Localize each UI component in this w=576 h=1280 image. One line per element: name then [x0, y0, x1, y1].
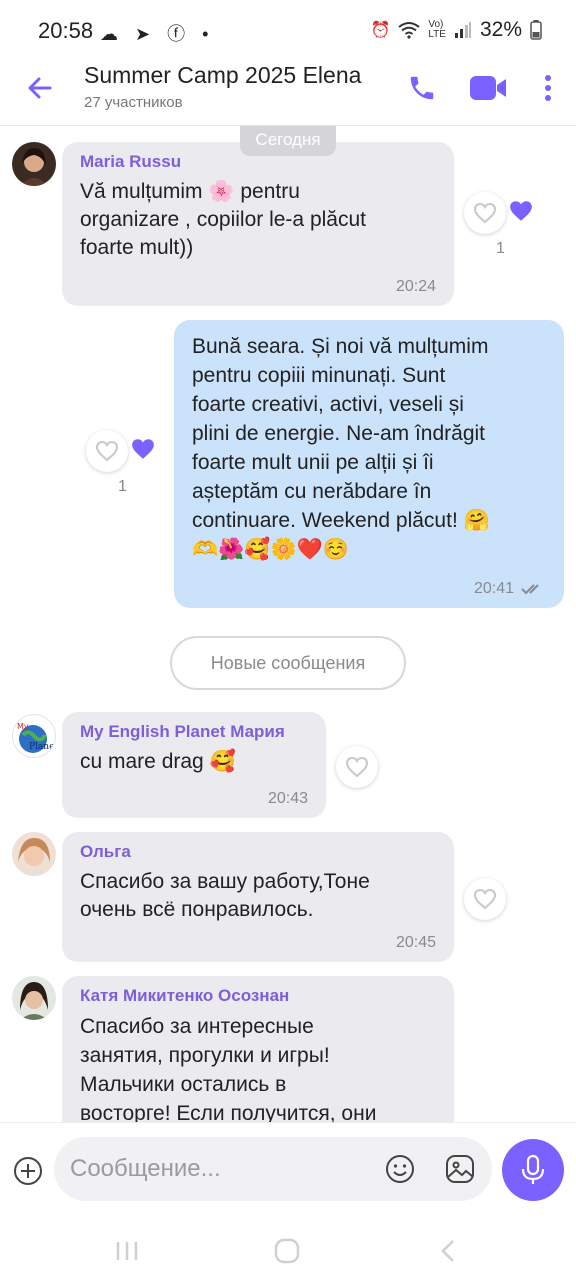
avatar[interactable]: [12, 142, 56, 186]
reaction-count: 1: [118, 478, 127, 495]
alarm-icon: ⏰: [370, 22, 391, 39]
svg-text:My: My: [17, 722, 29, 731]
heart-outline-icon[interactable]: [464, 878, 506, 920]
back-nav-icon[interactable]: [432, 1234, 466, 1268]
read-checkmarks-icon: [521, 584, 539, 595]
reaction-group: [464, 192, 534, 234]
back-arrow-icon[interactable]: [22, 70, 58, 106]
message-time: 20:45: [395, 934, 436, 951]
heart-outline-icon[interactable]: [86, 430, 128, 472]
heart-outline-icon[interactable]: [464, 192, 506, 234]
message-time: 20:41: [474, 580, 546, 598]
reaction-group: [464, 878, 506, 920]
status-notification-icons: ☁ ➤ ⓕ •: [100, 24, 215, 44]
sticker-icon[interactable]: [444, 1153, 476, 1185]
message-input[interactable]: [70, 1137, 370, 1201]
message-bubble-incoming[interactable]: My English Planet Мария cu mare drag 🥰 2…: [62, 712, 326, 818]
participants-count[interactable]: 27 участников: [84, 94, 183, 111]
wifi-icon: [398, 22, 420, 39]
avatar[interactable]: My Planet: [12, 714, 56, 758]
video-icon[interactable]: [468, 68, 508, 108]
svg-text:Planet: Planet: [29, 742, 56, 752]
sender-name[interactable]: Катя Микитенко Осознан: [80, 986, 436, 1006]
chat-header: Summer Camp 2025 Elena 27 участников: [0, 60, 576, 126]
emoji-icon[interactable]: [384, 1153, 416, 1185]
message-text: Спасибо за вашу работу,Тоне очень всё по…: [80, 870, 370, 921]
message-bubble-incoming[interactable]: Ольга Спасибо за вашу работу,Тоне очень …: [62, 832, 454, 962]
phone-icon[interactable]: [402, 68, 442, 108]
mic-icon[interactable]: [502, 1139, 564, 1201]
message-text: Vă mulțumim 🌸 pentru organizare , copiil…: [80, 180, 366, 259]
message-time: 20:43: [267, 790, 308, 807]
sender-name[interactable]: Ольга: [80, 842, 436, 862]
reaction-group: [86, 430, 156, 472]
message-input-container: [54, 1137, 492, 1201]
battery-icon: [530, 20, 542, 40]
message-time: 20:24: [395, 278, 436, 295]
new-messages-divider: Новые сообщения: [170, 636, 406, 690]
avatar[interactable]: [12, 832, 56, 876]
date-separator: Сегодня: [240, 126, 336, 156]
more-vert-icon[interactable]: [528, 68, 568, 108]
signal-icon: [454, 22, 471, 38]
heart-outline-icon[interactable]: [336, 746, 378, 788]
status-bar: 20:58 ☁ ➤ ⓕ • ⏰ Vo) LTE 32%: [0, 0, 576, 60]
message-text: Bună seara. Și noi vă mulțumim pentru co…: [192, 335, 490, 561]
heart-filled-icon[interactable]: [130, 437, 156, 466]
heart-filled-icon[interactable]: [508, 199, 534, 228]
system-nav-bar: [0, 1222, 576, 1280]
reaction-count: 1: [496, 240, 505, 257]
avatar[interactable]: [12, 976, 56, 1020]
message-bubble-incoming[interactable]: Maria Russu Vă mulțumim 🌸 pentru organiz…: [62, 142, 454, 306]
message-bubble-outgoing[interactable]: Bună seara. Și noi vă mulțumim pentru co…: [174, 320, 564, 608]
recent-apps-icon[interactable]: [110, 1234, 144, 1268]
battery-percent: 32%: [479, 18, 522, 41]
message-composer: [0, 1122, 576, 1222]
sender-name[interactable]: My English Planet Мария: [80, 722, 308, 742]
message-text: Спасибо за интересные занятия, прогулки …: [80, 1015, 377, 1122]
volte-icon: Vo) LTE: [428, 19, 446, 40]
message-text: cu mare drag 🥰: [80, 750, 236, 773]
home-icon[interactable]: [270, 1234, 304, 1268]
status-right-icons: ⏰ Vo) LTE 32%: [370, 18, 542, 42]
message-list[interactable]: Maria Russu Vă mulțumim 🌸 pentru organiz…: [0, 126, 576, 1122]
status-time: 20:58: [38, 18, 94, 43]
plus-icon[interactable]: [12, 1155, 44, 1187]
message-bubble-incoming[interactable]: Катя Микитенко Осознан Спасибо за интере…: [62, 976, 454, 1122]
chat-title[interactable]: Summer Camp 2025 Elena: [84, 62, 361, 89]
reaction-group: [336, 746, 378, 788]
